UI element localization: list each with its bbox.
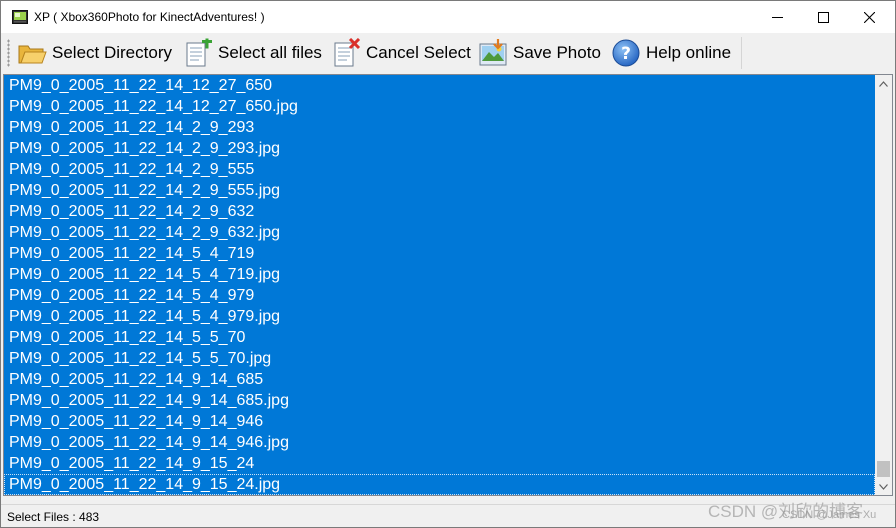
chevron-down-icon [879, 483, 888, 490]
file-list[interactable]: PM9_0_2005_11_22_14_12_27_650 PM9_0_2005_… [4, 75, 875, 495]
maximize-button[interactable] [800, 1, 846, 33]
list-item[interactable]: PM9_0_2005_11_22_14_9_14_685 [4, 369, 875, 390]
select-all-files-label: Select all files [218, 43, 322, 62]
save-photo-icon [479, 39, 507, 66]
help-icon: ? [612, 39, 640, 67]
scroll-down-button[interactable] [875, 478, 892, 495]
help-online-label: Help online [646, 43, 732, 62]
list-item[interactable]: PM9_0_2005_11_22_14_5_4_979.jpg [4, 306, 875, 327]
list-item[interactable]: PM9_0_2005_11_22_14_2_9_293.jpg [4, 138, 875, 159]
list-item[interactable]: PM9_0_2005_11_22_14_12_27_650.jpg [4, 96, 875, 117]
select-directory-label: Select Directory [52, 43, 172, 62]
document-cancel-icon [334, 38, 361, 67]
list-item[interactable]: PM9_0_2005_11_22_14_2_9_632 [4, 201, 875, 222]
list-item[interactable]: PM9_0_2005_11_22_14_12_27_650 [4, 75, 875, 96]
list-item[interactable]: PM9_0_2005_11_22_14_5_5_70.jpg [4, 348, 875, 369]
window-title: XP ( Xbox360Photo for KinectAdventures! … [34, 10, 265, 24]
vertical-scrollbar[interactable] [875, 75, 892, 495]
list-item[interactable]: PM9_0_2005_11_22_14_9_14_946 [4, 411, 875, 432]
list-item[interactable]: PM9_0_2005_11_22_14_2_9_555 [4, 159, 875, 180]
list-item[interactable]: PM9_0_2005_11_22_14_2_9_293 [4, 117, 875, 138]
list-item[interactable]: PM9_0_2005_11_22_14_5_4_719 [4, 243, 875, 264]
document-add-icon [186, 38, 212, 67]
list-item[interactable]: PM9_0_2005_11_22_14_5_4_719.jpg [4, 264, 875, 285]
toolbar: Select Directory Select all files Cancel… [1, 33, 895, 73]
help-online-button[interactable]: ? Help online [611, 36, 731, 70]
scroll-thumb[interactable] [877, 461, 890, 477]
scroll-up-button[interactable] [875, 75, 892, 92]
minimize-icon [771, 16, 783, 18]
close-icon [863, 11, 875, 23]
app-icon [12, 10, 28, 24]
minimize-button[interactable] [754, 1, 800, 33]
save-photo-label: Save Photo [513, 43, 601, 62]
list-item[interactable]: PM9_0_2005_11_22_14_9_14_685.jpg [4, 390, 875, 411]
list-item[interactable]: PM9_0_2005_11_22_14_9_14_946.jpg [4, 432, 875, 453]
list-item[interactable]: PM9_0_2005_11_22_14_5_4_979 [4, 285, 875, 306]
list-item[interactable]: PM9_0_2005_11_22_14_5_5_70 [4, 327, 875, 348]
toolbar-separator [741, 37, 742, 69]
close-button[interactable] [846, 1, 892, 33]
list-item[interactable]: PM9_0_2005_11_22_14_2_9_555.jpg [4, 180, 875, 201]
toolbar-grip[interactable] [7, 39, 10, 67]
svg-text:?: ? [621, 44, 631, 64]
list-item[interactable]: PM9_0_2005_11_22_14_9_15_24.jpg [4, 474, 875, 495]
cancel-select-label: Cancel Select [366, 43, 471, 62]
folder-open-icon [18, 45, 47, 64]
watermark-secondary: CSDN @James Xu [782, 509, 877, 521]
list-item[interactable]: PM9_0_2005_11_22_14_9_15_24 [4, 453, 875, 474]
app-window: XP ( Xbox360Photo for KinectAdventures! … [0, 0, 896, 528]
status-text: Select Files : 483 [7, 510, 100, 524]
cancel-select-button[interactable]: Cancel Select [331, 36, 471, 70]
title-bar[interactable]: XP ( Xbox360Photo for KinectAdventures! … [1, 1, 895, 33]
chevron-up-icon [879, 80, 888, 87]
maximize-icon [817, 11, 829, 23]
list-item[interactable]: PM9_0_2005_11_22_14_2_9_632.jpg [4, 222, 875, 243]
save-photo-button[interactable]: Save Photo [478, 36, 601, 70]
select-directory-button[interactable]: Select Directory [17, 36, 172, 70]
select-all-files-button[interactable]: Select all files [183, 36, 322, 70]
file-list-frame: PM9_0_2005_11_22_14_12_27_650 PM9_0_2005_… [3, 74, 893, 496]
